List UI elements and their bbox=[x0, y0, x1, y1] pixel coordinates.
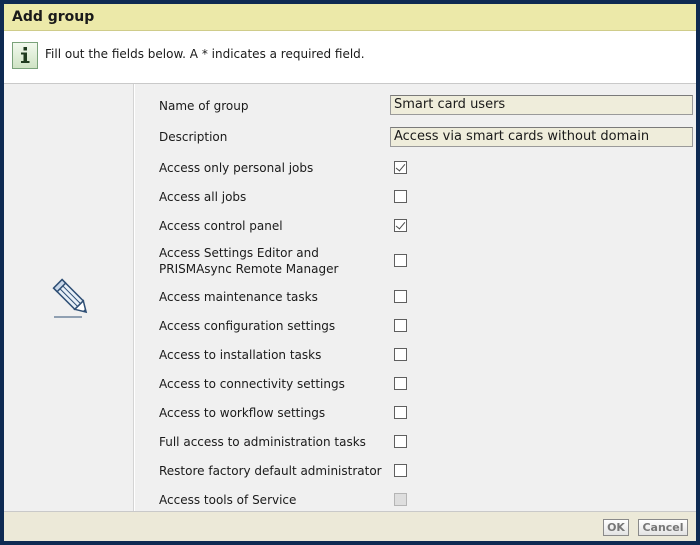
info-message: Fill out the fields below. A * indicates… bbox=[45, 47, 365, 61]
cancel-button[interactable]: Cancel bbox=[638, 519, 688, 536]
group-name-field[interactable]: Smart card users bbox=[390, 95, 693, 115]
pencil-icon bbox=[52, 278, 88, 318]
add-group-dialog: Add group Fill out the fields below. A *… bbox=[4, 4, 696, 541]
permission-checkbox-workflow[interactable] bbox=[394, 406, 407, 419]
permission-checkbox-service-tools bbox=[394, 493, 407, 506]
permission-label: Access control panel bbox=[159, 219, 283, 233]
permission-label: Access to workflow settings bbox=[159, 406, 326, 420]
permission-label-line2: PRISMAsync Remote Manager bbox=[159, 262, 339, 276]
permission-checkbox-settings-editor[interactable] bbox=[394, 254, 407, 267]
permission-label: Access all jobs bbox=[159, 190, 247, 204]
dialog-titlebar: Add group bbox=[4, 4, 696, 31]
permission-label: Access maintenance tasks bbox=[159, 290, 318, 304]
permission-checkbox-installation[interactable] bbox=[394, 348, 407, 361]
permission-checkbox-maintenance[interactable] bbox=[394, 290, 407, 303]
left-pane bbox=[4, 84, 134, 511]
permission-label: Access only personal jobs bbox=[159, 161, 314, 175]
permission-label-line1: Access Settings Editor and bbox=[159, 246, 319, 260]
permission-checkbox-restore-default[interactable] bbox=[394, 464, 407, 477]
permission-label: Access tools of Service bbox=[159, 493, 297, 507]
ok-button[interactable]: OK bbox=[603, 519, 629, 536]
permission-checkbox-administration[interactable] bbox=[394, 435, 407, 448]
group-form: Name of group Smart card users Descripti… bbox=[135, 84, 696, 511]
description-label: Description bbox=[159, 130, 228, 144]
dialog-footer: OK Cancel bbox=[4, 511, 696, 541]
info-icon bbox=[12, 42, 38, 69]
permission-checkbox-control-panel[interactable] bbox=[394, 219, 407, 232]
permission-label: Full access to administration tasks bbox=[159, 435, 366, 449]
description-field[interactable]: Access via smart cards without domain bbox=[390, 127, 693, 147]
permission-checkbox-configuration[interactable] bbox=[394, 319, 407, 332]
permission-checkbox-personal-jobs[interactable] bbox=[394, 161, 407, 174]
permission-label: Access to connectivity settings bbox=[159, 377, 345, 391]
permission-label: Access to installation tasks bbox=[159, 348, 322, 362]
permission-label: Access configuration settings bbox=[159, 319, 336, 333]
group-name-label: Name of group bbox=[159, 99, 249, 113]
info-bar: Fill out the fields below. A * indicates… bbox=[4, 31, 696, 84]
permission-checkbox-connectivity[interactable] bbox=[394, 377, 407, 390]
permission-checkbox-all-jobs[interactable] bbox=[394, 190, 407, 203]
dialog-title: Add group bbox=[12, 9, 95, 25]
permission-label: Restore factory default administrator bbox=[159, 464, 382, 478]
